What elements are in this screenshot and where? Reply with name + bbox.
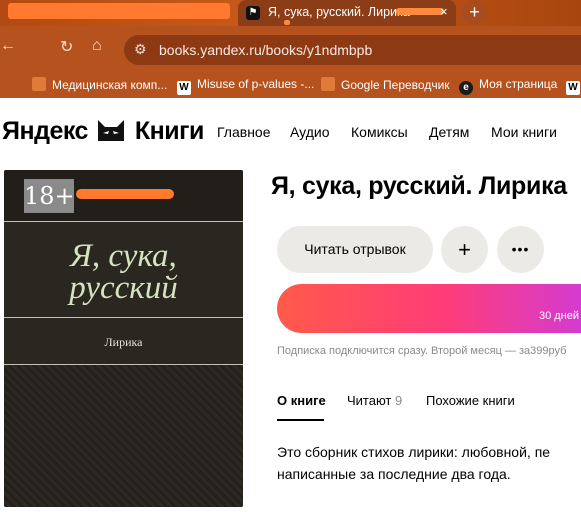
- browser-toolbar: ← ↻ ⌂ ⚙ books.yandex.ru/books/y1ndmbpb: [0, 26, 581, 72]
- bookmark-item[interactable]: W: [566, 77, 581, 95]
- cover-title-line: русский: [69, 270, 178, 306]
- nav-audio[interactable]: Аудио: [290, 124, 330, 140]
- address-bar[interactable]: ⚙ books.yandex.ru/books/y1ndmbpb: [124, 35, 581, 65]
- more-options-button[interactable]: •••: [497, 226, 544, 273]
- age-rating-badge: 18+: [24, 179, 75, 213]
- logo-text-right: Книги: [134, 117, 205, 145]
- bookmark-item[interactable]: e Моя страница: [459, 77, 557, 95]
- site-header: Яндекс Книги Главное Аудио Комиксы Детям…: [0, 98, 581, 168]
- wikipedia-icon: W: [177, 81, 191, 95]
- nav-kids[interactable]: Детям: [429, 124, 469, 140]
- bookmark-item[interactable]: Медицинская комп...: [32, 77, 167, 92]
- tab-about[interactable]: О книге: [277, 393, 326, 408]
- maple-leaf-icon: [32, 77, 46, 91]
- cover-subtitle: Лирика: [104, 335, 143, 349]
- bookmark-item[interactable]: W Misuse of p-values -...: [177, 77, 314, 95]
- cat-logo-icon: [98, 120, 125, 141]
- cover-title-line: Я, сука,: [70, 238, 177, 274]
- cover-texture: [4, 365, 243, 507]
- nav-my-books[interactable]: Мои книги: [491, 124, 557, 140]
- home-icon[interactable]: ⌂: [92, 37, 102, 55]
- book-description: Это сборник стихов лирики: любовной, пе …: [277, 441, 577, 485]
- cover-divider: [4, 317, 243, 318]
- back-icon[interactable]: ←: [0, 37, 16, 55]
- cover-divider: [4, 221, 243, 222]
- cta-label: 30 дней: [538, 310, 579, 322]
- active-tab-indicator: [277, 419, 324, 421]
- url-text: books.yandex.ru/books/y1ndmbpb: [159, 42, 373, 58]
- nav-comics[interactable]: Комиксы: [351, 124, 408, 140]
- more-dots-icon: •••: [511, 241, 530, 257]
- new-tab-button[interactable]: +: [462, 0, 487, 25]
- bookmark-item[interactable]: Google Переводчик: [321, 77, 450, 92]
- site-info-icon[interactable]: ⚙: [134, 41, 147, 58]
- bookmark-label: Медицинская комп...: [52, 78, 168, 92]
- redacted-tab[interactable]: [8, 3, 230, 19]
- description-line: Это сборник стихов лирики: любовной, пе: [277, 444, 551, 460]
- browser-tab-bar: ⚑ Я, сука, русский. Лирика × +: [0, 0, 581, 26]
- redaction-mark: [396, 8, 444, 15]
- tab-reading-label: Читают: [347, 393, 392, 408]
- bookmark-label: Google Переводчик: [341, 78, 450, 92]
- description-line: написанные за последние два года.: [277, 466, 511, 482]
- nav-main[interactable]: Главное: [217, 124, 271, 140]
- tab-similar[interactable]: Похожие книги: [426, 393, 515, 408]
- bookmarks-bar: Медицинская комп... W Misuse of p-values …: [0, 72, 581, 98]
- tab-title: Я, сука, русский. Лирика: [268, 5, 410, 19]
- add-to-shelf-button[interactable]: +: [441, 226, 488, 273]
- reading-count: 9: [395, 393, 403, 408]
- bookmark-label: Misuse of p-values -...: [197, 77, 315, 91]
- active-tab[interactable]: ⚑ Я, сука, русский. Лирика ×: [238, 0, 456, 26]
- redaction-mark: [284, 20, 290, 25]
- reload-icon[interactable]: ↻: [60, 37, 73, 57]
- maple-leaf-icon: [321, 77, 335, 91]
- book-title: Я, сука, русский. Лирика: [271, 172, 567, 200]
- read-excerpt-button[interactable]: Читать отрывок: [277, 226, 433, 273]
- yandex-books-logo[interactable]: Яндекс Книги: [2, 117, 204, 146]
- yandex-books-favicon-icon: ⚑: [246, 6, 260, 20]
- cover-title: Я, сука, русский: [4, 238, 243, 306]
- logo-text-left: Яндекс: [2, 117, 88, 145]
- wikipedia-icon: W: [566, 81, 580, 95]
- subscribe-button[interactable]: 30 дней: [277, 284, 581, 333]
- book-cover[interactable]: 18+ Я, сука, русский Лирика: [4, 170, 243, 507]
- bookmark-label: Моя страница: [479, 77, 558, 91]
- subscription-note: Подписка подключится сразу. Второй месяц…: [277, 345, 567, 357]
- e-logo-icon: e: [459, 81, 473, 95]
- tab-reading[interactable]: Читают 9: [347, 393, 402, 408]
- redacted-author: [76, 189, 174, 199]
- plus-icon: +: [458, 237, 471, 262]
- close-tab-icon[interactable]: ×: [440, 4, 448, 19]
